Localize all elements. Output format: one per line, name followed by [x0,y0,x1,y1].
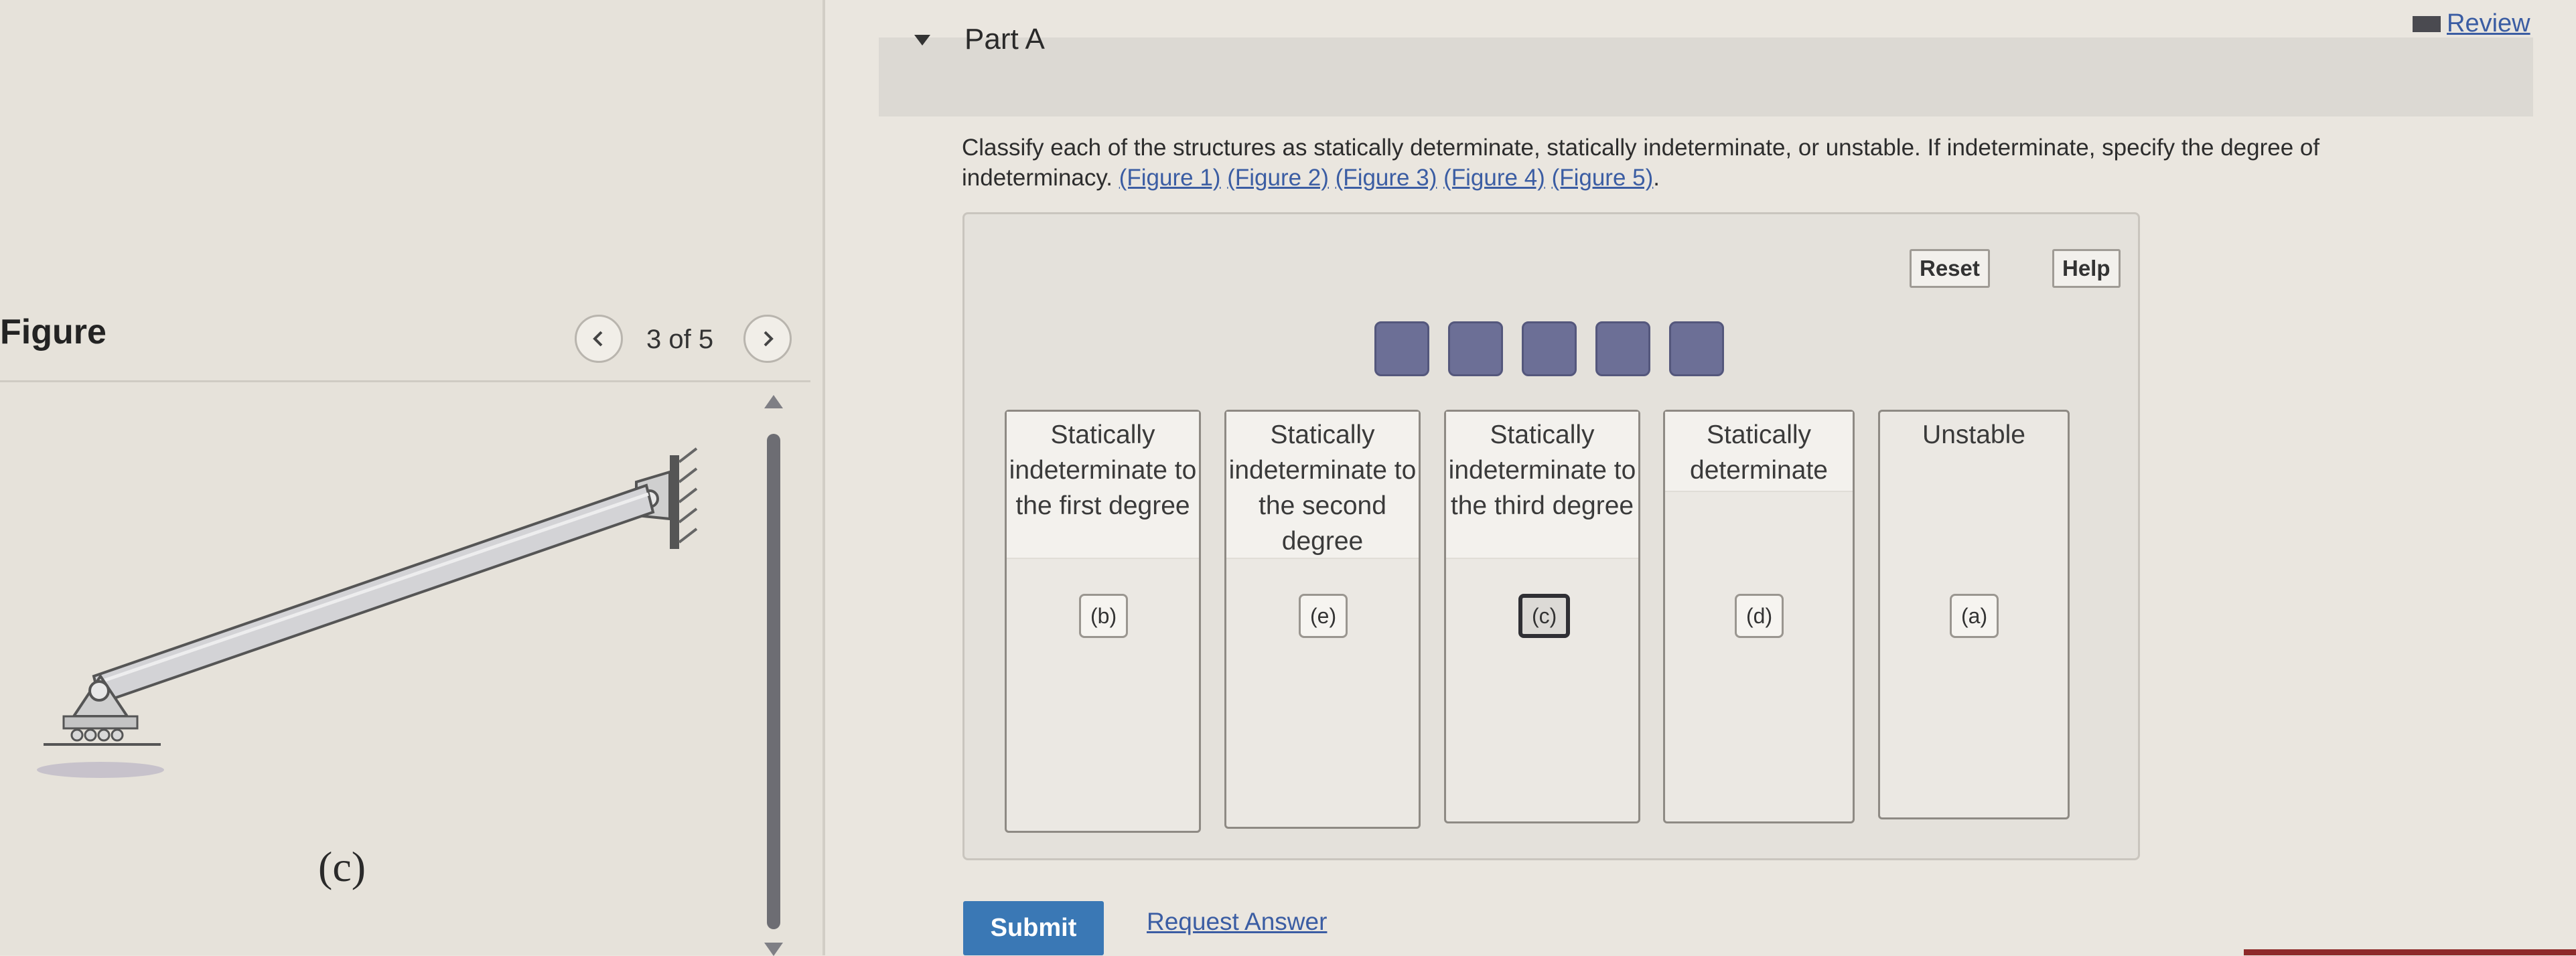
pin-icon [88,680,110,702]
bin-statically-determinate[interactable]: Statically determinate (d) [1663,410,1855,823]
answer-chip-e[interactable]: (e) [1299,594,1348,638]
figure-1-link[interactable]: (Figure 1) [1119,165,1221,191]
submit-button[interactable]: Submit [963,901,1104,955]
request-answer-link[interactable]: Request Answer [1147,908,1327,936]
bin-indeterminate-second-degree[interactable]: Statically indeterminate to the second d… [1224,410,1421,829]
scroll-down-arrow[interactable] [764,943,783,956]
bin-label: Statically indeterminate to the first de… [1007,412,1199,559]
wall-hatching [678,447,698,544]
token-slot[interactable] [1448,321,1503,376]
token-slot[interactable] [1522,321,1577,376]
chevron-right-icon [764,331,774,347]
answer-chip-b[interactable]: (b) [1079,594,1129,638]
figure-title: Figure [0,313,106,351]
figure-scrollbar-thumb[interactable] [767,434,780,929]
figure-4-link[interactable]: (Figure 4) [1443,165,1545,191]
figure-header-divider [0,380,810,382]
answer-chip-a[interactable]: (a) [1950,594,1999,638]
answer-chip-c[interactable]: (c) [1518,594,1571,638]
next-figure-button[interactable] [743,315,792,363]
token-slot[interactable] [1374,321,1429,376]
roller-wheels-icon [70,728,124,742]
collapse-caret-icon[interactable] [914,35,930,46]
bin-label: Statically indeterminate to the third de… [1446,412,1638,559]
question-text: Classify each of the structures as stati… [962,135,2320,191]
inclined-member [92,483,655,705]
help-button[interactable]: Help [2052,249,2121,288]
part-title: Part A [964,23,1045,56]
figure-5-link[interactable]: (Figure 5) [1552,165,1654,191]
chevron-left-icon [593,331,603,347]
previous-figure-button[interactable] [575,315,623,363]
bin-unstable[interactable]: Unstable (a) [1878,410,2070,819]
reset-button[interactable]: Reset [1910,249,1990,288]
bottom-edge-bar [2244,949,2576,955]
roller-base [62,715,139,730]
figure-3-link[interactable]: (Figure 3) [1336,165,1437,191]
pane-divider[interactable] [822,0,825,955]
figure-2-link[interactable]: (Figure 2) [1227,165,1329,191]
figure-counter: 3 of 5 [646,325,714,354]
bin-label: Statically indeterminate to the second d… [1226,412,1419,559]
bin-indeterminate-first-degree[interactable]: Statically indeterminate to the first de… [1005,410,1201,833]
token-slot[interactable] [1595,321,1650,376]
part-a-header[interactable] [879,37,2533,116]
bin-label: Statically determinate [1665,412,1853,492]
bin-indeterminate-third-degree[interactable]: Statically indeterminate to the third de… [1444,410,1640,823]
bin-label: Unstable [1922,420,2025,449]
structure-diagram [37,447,698,778]
scroll-up-arrow[interactable] [764,395,783,408]
answer-chip-d[interactable]: (d) [1735,594,1784,638]
wall-plate [670,455,679,549]
review-link[interactable]: Review [2408,9,2530,38]
figure-caption: (c) [318,843,366,890]
token-slot[interactable] [1669,321,1724,376]
